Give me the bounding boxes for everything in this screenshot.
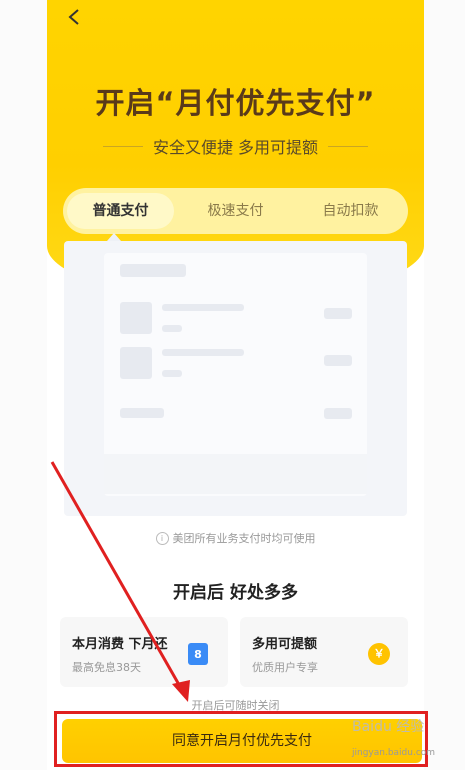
skeleton-thumb: [120, 302, 152, 334]
skeleton-thumb: [120, 347, 152, 379]
right-margin: [424, 0, 465, 770]
skeleton-line: [120, 264, 186, 277]
hero-subtitle: 安全又便捷 多用可提额: [152, 138, 319, 157]
info-icon: i: [155, 531, 169, 545]
skeleton-line: [120, 408, 164, 418]
left-margin: [0, 0, 47, 770]
tab-express-pay[interactable]: 极速支付: [182, 193, 289, 229]
back-button[interactable]: [67, 8, 87, 28]
skeleton-line: [162, 304, 244, 311]
tab-pointer: [107, 233, 121, 241]
app-screen: 开启“月付优先支付” 安全又便捷 多用可提额 普通支付 极速支付 自动扣款 i …: [47, 0, 424, 770]
benefit-card-title: 本月消费 下月还: [72, 637, 168, 652]
hero-subtitle-row: 安全又便捷 多用可提额: [47, 134, 424, 158]
calendar-icon: 8: [188, 643, 208, 665]
watermark-url: jingyan.baidu.com: [352, 748, 436, 758]
skeleton-pill: [324, 408, 352, 419]
benefit-card-subtitle: 优质用户专享: [252, 661, 318, 674]
info-note: i 美团所有业务支付时均可使用: [47, 530, 424, 546]
benefit-card-pay-later: 本月消费 下月还 最高免息38天 8: [60, 617, 228, 687]
skeleton-pill: [324, 355, 352, 366]
watermark-logo: Baidu 经验: [352, 719, 425, 735]
chevron-left-icon: [68, 9, 79, 25]
skeleton-line: [162, 325, 182, 332]
skeleton-line: [162, 370, 182, 377]
tab-normal-pay[interactable]: 普通支付: [67, 193, 174, 229]
page-title: 开启“月付优先支付”: [95, 86, 376, 120]
info-text: 美团所有业务支付时均可使用: [172, 532, 316, 545]
payment-preview: [64, 241, 407, 516]
benefit-card-credit-raise: 多用可提额 优质用户专享 ￥: [240, 617, 408, 687]
preview-sheet: [104, 454, 367, 494]
divider: [102, 145, 143, 147]
tab-auto-debit[interactable]: 自动扣款: [297, 193, 404, 229]
benefits-title: 开启后 好处多多: [173, 583, 298, 603]
benefit-card-title: 多用可提额: [252, 637, 318, 652]
skeleton-line: [162, 349, 244, 356]
skeleton-pill: [324, 308, 352, 319]
divider: [328, 145, 369, 147]
benefit-card-subtitle: 最高免息38天: [72, 661, 141, 674]
coin-icon: ￥: [368, 643, 390, 665]
payment-mode-tabs: 普通支付 极速支付 自动扣款: [63, 188, 408, 234]
